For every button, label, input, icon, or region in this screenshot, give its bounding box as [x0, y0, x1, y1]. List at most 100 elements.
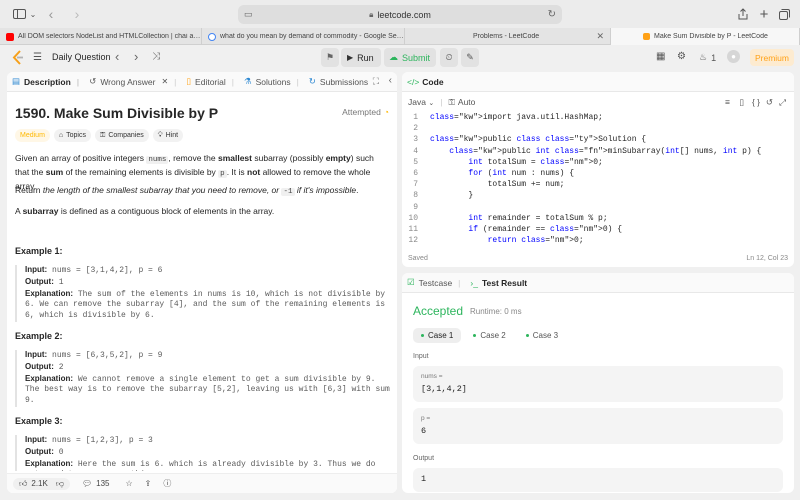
- format-icon[interactable]: ≡: [725, 97, 730, 107]
- premium-button[interactable]: Premium: [750, 49, 794, 66]
- output-box: 1: [413, 468, 783, 492]
- code-line[interactable]: 7 totalSum += num;: [402, 180, 794, 191]
- tab-wrong-answer[interactable]: ↺ Wrong Answer ✕ |: [84, 72, 181, 92]
- code-line[interactable]: 6 for (int num : nums) {: [402, 169, 794, 180]
- reset-icon[interactable]: ↺: [766, 97, 773, 108]
- share-icon[interactable]: ⇪: [145, 479, 152, 488]
- inline-code: -1: [281, 188, 295, 196]
- share-icon[interactable]: [736, 5, 750, 23]
- tab-title: Problems - LeetCode: [473, 33, 540, 40]
- browser-tab-active[interactable]: Make Sum Divisible by P - LeetCode: [611, 28, 800, 45]
- bookmark-icon[interactable]: ▯: [739, 97, 744, 108]
- thumbs-down-icon[interactable]: 👎︎: [56, 479, 64, 489]
- topics-badge[interactable]: ⌂ Topics: [53, 129, 91, 142]
- maximize-icon[interactable]: ⛶: [373, 76, 379, 87]
- daily-question-title[interactable]: Daily Question: [52, 52, 111, 62]
- notes-icon[interactable]: ✎: [461, 48, 479, 67]
- tab-label: Test Result: [481, 277, 528, 288]
- shuffle-icon[interactable]: ⤨: [152, 51, 160, 62]
- next-question-icon[interactable]: ›: [134, 49, 138, 64]
- companies-badge[interactable]: ⚿ Companies: [94, 129, 149, 142]
- submit-label: Submit: [402, 52, 431, 63]
- page-settings-icon[interactable]: ▭: [244, 9, 253, 20]
- layout-icon[interactable]: ▦: [656, 51, 665, 62]
- gear-icon[interactable]: ⚙: [677, 51, 686, 62]
- streak-counter[interactable]: ♨ 1: [699, 52, 716, 63]
- fullscreen-icon[interactable]: ⤢: [779, 97, 786, 108]
- tab-editorial[interactable]: ▯ Editorial |: [181, 72, 239, 92]
- new-tab-icon[interactable]: +: [757, 5, 771, 23]
- problem-list-icon[interactable]: ☰: [33, 52, 42, 63]
- reload-icon[interactable]: ↻: [548, 9, 556, 20]
- tab-description[interactable]: ▤ Description |: [7, 72, 84, 92]
- line-text: for (int num : nums) {: [468, 168, 575, 178]
- braces-icon[interactable]: { }: [752, 97, 760, 107]
- close-tab-icon[interactable]: ✕: [596, 31, 604, 42]
- problem-panel: ▤ Description | ↺ Wrong Answer ✕ | ▯ Edi…: [7, 72, 397, 493]
- runtime-text: Runtime: 0 ms: [470, 307, 522, 316]
- comments-button[interactable]: 💬︎ 135: [82, 479, 110, 488]
- tab-solutions[interactable]: ⚗ Solutions |: [239, 72, 304, 92]
- run-button[interactable]: ▶ Run: [341, 48, 381, 67]
- tab-overview-icon[interactable]: [777, 5, 791, 23]
- submit-button[interactable]: ☁︎ Submit: [384, 48, 436, 67]
- inline-code: nums: [146, 156, 169, 164]
- tab-code[interactable]: </> Code: [402, 72, 449, 92]
- auto-mode-toggle[interactable]: ⚿ Auto: [448, 97, 475, 108]
- explanation-value: Here the sum is 6. which is already divi…: [25, 459, 376, 471]
- language-select[interactable]: Java ⌄: [408, 97, 434, 107]
- case-1-tab[interactable]: Case 1: [413, 328, 462, 343]
- browser-tab[interactable]: Problems - LeetCode ✕: [405, 28, 611, 45]
- input-name: p =: [421, 415, 431, 422]
- difficulty-badge[interactable]: Medium: [15, 129, 50, 142]
- help-icon[interactable]: ⓘ: [163, 478, 171, 489]
- input-value: nums = [6,3,5,2], p = 9: [52, 351, 163, 360]
- tab-submissions[interactable]: ↻ Submissions: [304, 72, 373, 92]
- hint-badge[interactable]: 💡︎ Hint: [152, 129, 184, 142]
- text: .: [356, 185, 359, 195]
- tab-testcase[interactable]: ☑ Testcase |: [402, 273, 465, 293]
- case-label: Case 1: [428, 331, 454, 340]
- code-line[interactable]: 12 return class="nm">0;: [402, 236, 794, 247]
- line-number: 1: [413, 113, 418, 122]
- code-line[interactable]: 1 class="kw">import java.util.HashMap;: [402, 113, 794, 124]
- code-line[interactable]: 5 int totalSum = class="nm">0;: [402, 158, 794, 169]
- browser-tab[interactable]: what do you mean by demand of commodity …: [202, 28, 405, 45]
- attempted-status: Attempted ◔: [342, 107, 389, 117]
- leetcode-favicon-icon: [643, 33, 650, 40]
- code-line[interactable]: 2: [402, 124, 794, 135]
- bold-text: subarray: [22, 206, 59, 216]
- code-line[interactable]: 3 class="kw">public class class="ty">Solu…: [402, 135, 794, 146]
- badge-label: Topics: [66, 132, 86, 139]
- line-number: 9: [413, 202, 418, 212]
- code-line[interactable]: 8 }: [402, 191, 794, 202]
- case-2-tab[interactable]: Case 2: [465, 328, 513, 343]
- tab-test-result[interactable]: ›_ Test Result: [465, 273, 532, 293]
- case-3-tab[interactable]: Case 3: [518, 328, 566, 343]
- forward-icon[interactable]: ›: [70, 5, 84, 23]
- browser-tab[interactable]: All DOM selectors NodeList and HTMLColle…: [0, 28, 202, 45]
- debug-icon[interactable]: ⚑: [321, 48, 339, 67]
- code-line[interactable]: 11 if (remainder == class="nm">0) {: [402, 225, 794, 236]
- avatar[interactable]: ●: [727, 50, 740, 63]
- star-icon[interactable]: ☆: [125, 479, 132, 488]
- back-icon[interactable]: ‹: [44, 5, 58, 23]
- chevron-down-icon: ⌄: [428, 100, 435, 107]
- sidebar-toggle-icon[interactable]: [10, 5, 28, 23]
- code-tabs: </> Code: [402, 72, 794, 92]
- explanation-label: Explanation:: [25, 288, 74, 298]
- line-number: 7: [413, 180, 418, 190]
- code-editor[interactable]: 1 class="kw">import java.util.HashMap; 2 3 c…: [402, 113, 794, 248]
- chevron-down-icon[interactable]: ⌄: [28, 5, 38, 23]
- input-value: 6: [421, 426, 427, 436]
- timer-icon[interactable]: ⏲: [440, 48, 458, 67]
- collapse-icon[interactable]: ‹: [389, 75, 392, 86]
- code-line[interactable]: 4 class="kw">public int class="fn">minSu…: [402, 147, 794, 158]
- leetcode-logo-icon[interactable]: [12, 50, 24, 65]
- close-icon[interactable]: ✕: [161, 77, 168, 86]
- code-line[interactable]: 9: [402, 203, 794, 214]
- prev-question-icon[interactable]: ‹: [115, 49, 119, 64]
- like-button[interactable]: 👍︎ 2.1K 👎︎: [13, 477, 70, 490]
- address-bar[interactable]: ▭ 🔒︎ leetcode.com ↻: [238, 5, 562, 24]
- code-line[interactable]: 10 int remainder = totalSum % p;: [402, 214, 794, 225]
